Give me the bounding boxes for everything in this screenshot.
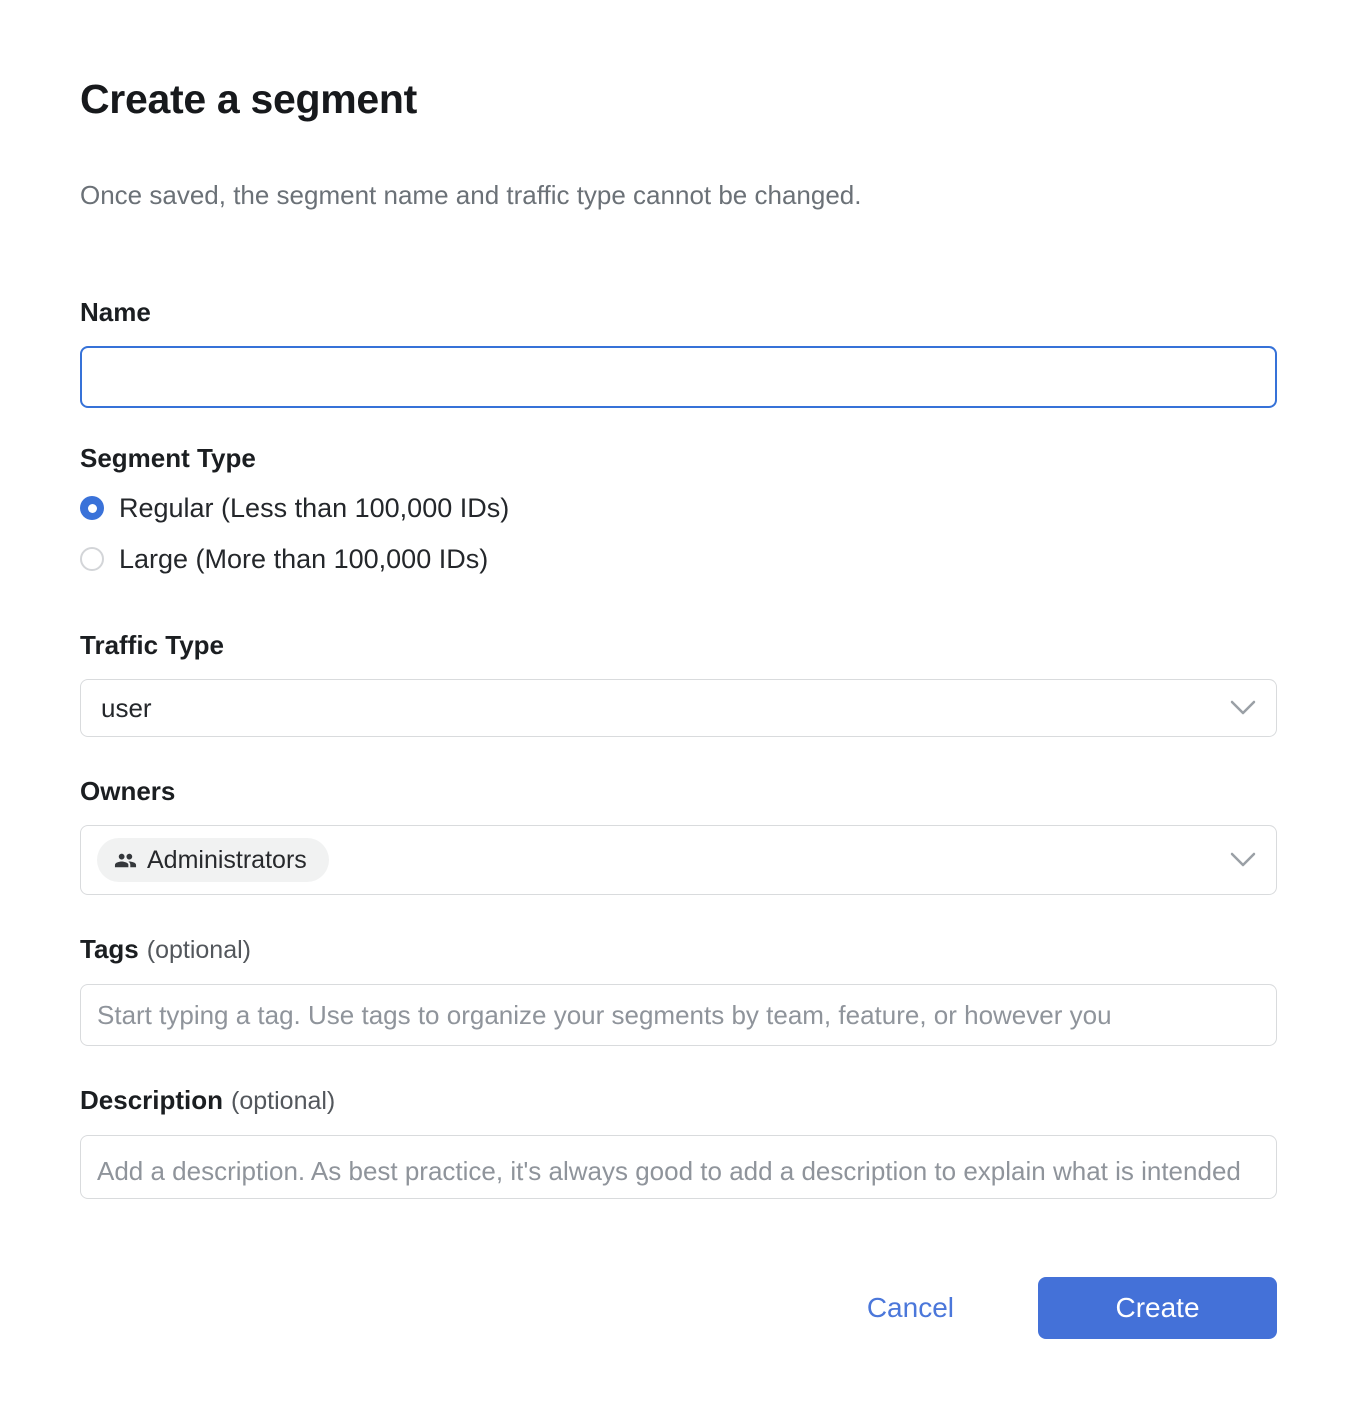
- dialog-subtitle: Once saved, the segment name and traffic…: [80, 178, 1277, 212]
- radio-selected-icon[interactable]: [80, 496, 104, 520]
- create-button[interactable]: Create: [1038, 1277, 1277, 1339]
- traffic-type-label: Traffic Type: [80, 629, 1277, 661]
- tags-input[interactable]: [80, 984, 1277, 1046]
- owner-chip-label: Administrators: [147, 846, 307, 875]
- tags-label-text: Tags: [80, 934, 139, 964]
- name-input[interactable]: [80, 346, 1277, 408]
- owners-label: Owners: [80, 775, 1277, 807]
- traffic-type-value: user: [101, 693, 152, 724]
- create-segment-dialog: Create a segment Once saved, the segment…: [0, 0, 1354, 1410]
- description-label-text: Description: [80, 1085, 223, 1115]
- dialog-title: Create a segment: [80, 75, 1277, 123]
- radio-option-large[interactable]: Large (More than 100,000 IDs): [80, 545, 1277, 573]
- segment-type-radio-group: Regular (Less than 100,000 IDs) Large (M…: [80, 494, 1277, 573]
- owner-chip-administrators[interactable]: Administrators: [97, 838, 329, 882]
- dialog-footer: Cancel Create: [80, 1277, 1277, 1339]
- segment-type-label: Segment Type: [80, 442, 1277, 474]
- radio-option-label: Large (More than 100,000 IDs): [119, 544, 488, 575]
- traffic-type-select[interactable]: user: [80, 679, 1277, 737]
- chevron-down-icon: [1230, 852, 1256, 868]
- chevron-down-icon: [1230, 700, 1256, 716]
- description-textarea[interactable]: [80, 1135, 1277, 1199]
- people-icon: [114, 849, 137, 872]
- radio-option-regular[interactable]: Regular (Less than 100,000 IDs): [80, 494, 1277, 522]
- tags-optional-text: (optional): [147, 936, 251, 964]
- tags-label: Tags (optional): [80, 933, 1277, 966]
- owners-select[interactable]: Administrators: [80, 825, 1277, 895]
- description-label: Description (optional): [80, 1084, 1277, 1117]
- cancel-button[interactable]: Cancel: [867, 1292, 954, 1324]
- name-label: Name: [80, 296, 1277, 328]
- description-optional-text: (optional): [231, 1087, 335, 1115]
- radio-option-label: Regular (Less than 100,000 IDs): [119, 493, 509, 524]
- radio-unselected-icon[interactable]: [80, 547, 104, 571]
